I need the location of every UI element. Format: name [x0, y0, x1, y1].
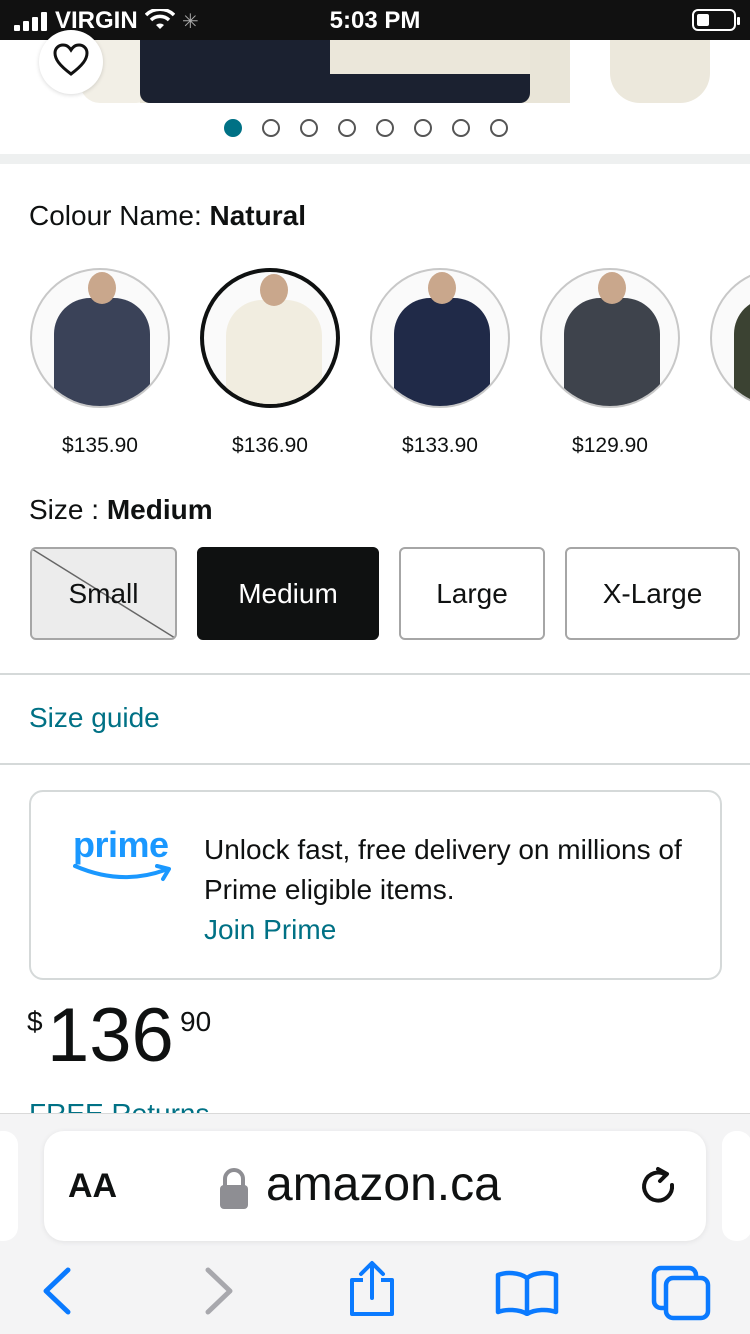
address-bar[interactable]: AA amazon.ca — [44, 1131, 706, 1241]
bookmarks-icon[interactable] — [494, 1268, 560, 1321]
url-host: amazon.ca — [266, 1158, 501, 1211]
swatch-price: $ — [710, 434, 750, 458]
tabs-icon[interactable] — [650, 1264, 712, 1327]
carousel-dot[interactable] — [338, 119, 356, 137]
swatch-image — [370, 268, 510, 408]
browser-toolbar: AA amazon.ca — [0, 1113, 750, 1334]
text-size-button[interactable]: AA — [68, 1167, 117, 1206]
price-fraction: 90 — [180, 1006, 212, 1037]
divider — [0, 763, 750, 765]
swatch-image — [710, 268, 750, 408]
selected-colour: Natural — [209, 200, 306, 231]
swatch-price: $133.90 — [402, 434, 478, 457]
back-icon[interactable] — [38, 1266, 78, 1321]
next-tab-card[interactable] — [722, 1131, 750, 1241]
divider — [0, 673, 750, 675]
size-guide-link[interactable]: Size guide — [29, 702, 160, 734]
carousel-dot[interactable] — [490, 119, 508, 137]
share-icon[interactable] — [344, 1260, 400, 1323]
carousel-dot[interactable] — [414, 119, 432, 137]
price-currency: $ — [27, 1006, 43, 1037]
free-returns-link[interactable]: FREE Returns — [29, 1100, 210, 1114]
product-photo-torso — [140, 40, 570, 103]
colour-name-label: Colour Name: Natural — [29, 200, 306, 231]
wishlist-heart-button[interactable] — [39, 30, 103, 94]
swatch-price: $135.90 — [62, 434, 138, 457]
prime-logo: prime — [73, 824, 183, 894]
swatch-price: $129.90 — [572, 434, 648, 457]
colour-swatch[interactable]: $ — [710, 268, 750, 458]
colour-swatch[interactable]: $133.90 — [370, 268, 510, 458]
swatch-image — [540, 268, 680, 408]
battery-icon — [692, 9, 740, 31]
browser-nav-row — [0, 1254, 750, 1324]
heart-icon — [53, 42, 89, 82]
swatch-image — [200, 268, 340, 408]
image-carousel-dots[interactable] — [0, 103, 750, 153]
prime-message: Unlock fast, free delivery on millions o… — [204, 830, 704, 950]
carousel-dot[interactable] — [224, 119, 242, 137]
size-option-medium[interactable]: Medium — [197, 547, 379, 640]
selected-size: Medium — [106, 494, 213, 525]
previous-tab-card[interactable] — [0, 1131, 18, 1241]
reload-icon[interactable] — [636, 1163, 680, 1212]
size-option-x-large[interactable]: X-Large — [565, 547, 740, 640]
lock-icon — [218, 1167, 250, 1216]
colour-swatch[interactable]: $129.90 — [540, 268, 680, 458]
status-bar: VIRGIN ✳ 5:03 PM — [0, 0, 750, 40]
clock: 5:03 PM — [329, 7, 421, 34]
forward-icon[interactable] — [198, 1266, 238, 1321]
size-option-large[interactable]: Large — [399, 547, 545, 640]
join-prime-link[interactable]: Join Prime — [204, 910, 704, 950]
carousel-dot[interactable] — [300, 119, 318, 137]
size-option-small[interactable]: Small — [30, 547, 177, 640]
carousel-dot[interactable] — [376, 119, 394, 137]
colour-swatch[interactable]: $135.90 — [30, 268, 170, 458]
prime-smile-icon — [73, 864, 171, 881]
carousel-dot[interactable] — [262, 119, 280, 137]
product-photo-sleeve-right — [610, 40, 710, 103]
swatch-image — [30, 268, 170, 408]
section-divider — [0, 154, 750, 164]
product-image[interactable] — [0, 40, 750, 103]
colour-swatch-list[interactable]: $135.90 $136.90 $133.90 $129.90 $ — [0, 268, 750, 468]
size-label: Size : Medium — [29, 494, 213, 525]
swatch-price: $136.90 — [232, 434, 308, 457]
prime-promo-card: prime Unlock fast, free delivery on mill… — [29, 790, 722, 980]
colour-swatch[interactable]: $136.90 — [200, 268, 340, 458]
price-whole: 136 — [47, 993, 174, 1078]
carousel-dot[interactable] — [452, 119, 470, 137]
